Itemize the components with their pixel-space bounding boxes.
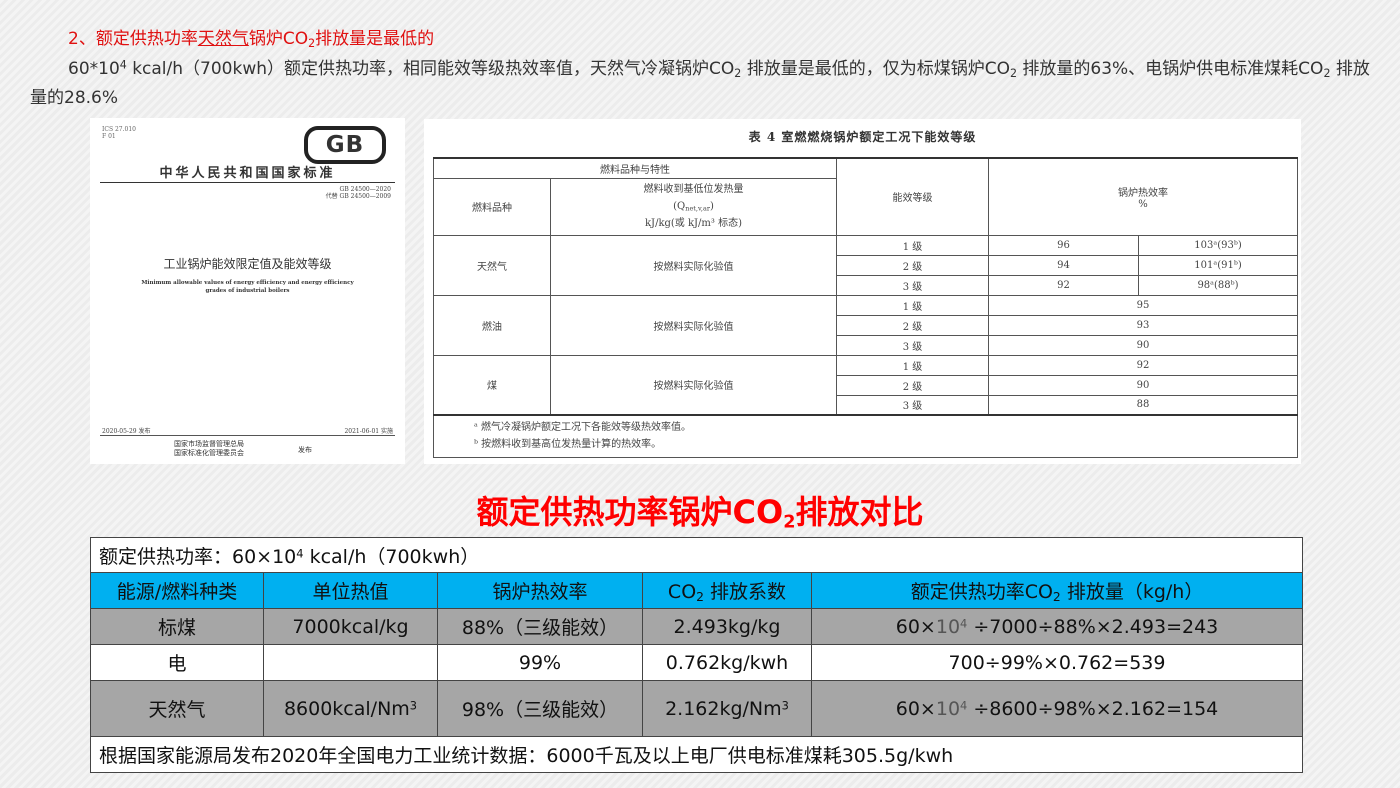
publish-word: 发布 — [298, 446, 312, 454]
unit-heat: 7000kcal/kg — [263, 608, 438, 645]
header-efficiency: 锅炉热效率 — [437, 572, 643, 609]
efficiency-cell: 96 — [988, 234, 1139, 256]
fuel-name: 电 — [90, 644, 264, 681]
grade-cell: 3 级 — [836, 394, 989, 416]
efficiency-cell: 90 — [988, 374, 1298, 396]
table-row: 电 99% 0.762kg/kwh 700÷99%×0.762=539 — [90, 644, 1304, 681]
efficiency-cell: 92 — [988, 354, 1298, 376]
unit-heat — [263, 644, 438, 681]
effective-date: 2021-06-01 实施 — [344, 428, 393, 435]
efficiency-cell: 103ᵃ(93ᵇ) — [1138, 234, 1298, 256]
rated-power-row: 额定供热功率：60×104 kcal/h（700kwh） — [89, 537, 1304, 573]
emission-calc: 700÷99%×0.762=539 — [810, 644, 1304, 681]
standard-title-en: Minimum allowable values of energy effic… — [141, 280, 354, 294]
header-grade: 能效等级 — [836, 157, 989, 236]
fuel-oil: 燃油 — [433, 294, 551, 356]
standard-title-cn: 工业锅炉能效限定值及能效等级 — [163, 257, 332, 271]
gb-logo: GB — [304, 126, 386, 164]
header-heat-value: 燃料收到基低位发热量 (Qnet,v,ar) kJ/kg(或 kJ/m³ 标态) — [550, 177, 837, 236]
efficiency-cell: 95 — [988, 294, 1298, 316]
co2-factor: 2.162kg/Nm3 — [642, 680, 812, 737]
gb-standard-cover: ICS 27.010 F 01 GB 中华人民共和国国家标准 GB 24500—2… — [90, 118, 405, 464]
standard-number: GB 24500—2020 代替 GB 24500—2009 — [325, 186, 391, 200]
co2-factor: 2.493kg/kg — [642, 608, 812, 645]
data-source-footnote: 根据国家能源局发布2020年全国电力工业统计数据：6000千瓦及以上电厂供电标准… — [89, 736, 1304, 773]
test-note: 按燃料实际化验值 — [550, 234, 837, 296]
efficiency-cell: 88 — [988, 394, 1298, 416]
header-fuel-type: 燃料品种 — [433, 177, 551, 236]
unit-heat: 8600kcal/Nm3 — [263, 680, 438, 737]
table-header-row: 能源/燃料种类 单位热值 锅炉热效率 CO2 排放系数 额定供热功率CO2 排放… — [90, 572, 1304, 609]
header-co2-factor: CO2 排放系数 — [642, 572, 812, 609]
comparison-title: 额定供热功率锅炉CO2排放对比 — [476, 493, 924, 533]
header-fuel-group: 燃料品种与特性 — [433, 157, 837, 179]
efficiency: 88%（三级能效） — [437, 608, 643, 645]
fuel-gas: 天然气 — [433, 234, 551, 296]
efficiency-cell: 94 — [988, 254, 1139, 276]
emission-calc: 60×104 ÷8600÷98%×2.162=154 — [810, 680, 1304, 737]
test-note: 按燃料实际化验值 — [550, 354, 837, 416]
efficiency-cell: 101ᵃ(91ᵇ) — [1138, 254, 1298, 276]
fuel-name: 天然气 — [90, 680, 264, 737]
publisher: 国家市场监督管理总局 国家标准化管理委员会 — [174, 440, 244, 457]
grade-cell: 2 级 — [836, 314, 989, 336]
fuel-coal: 煤 — [433, 354, 551, 416]
ics-code: ICS 27.010 F 01 — [102, 126, 136, 140]
grade-cell: 3 级 — [836, 274, 989, 296]
intro-paragraph: 60*104 kcal/h（700kwh）额定供热功率，相同能效等级热效率值，天… — [30, 58, 1370, 108]
efficiency-grade-table-image: 表 4 室燃燃烧锅炉额定工况下能效等级 燃料品种与特性 能效等级 锅炉热效率% … — [424, 119, 1301, 464]
national-standard-title: 中华人民共和国国家标准 — [159, 166, 336, 181]
table-caption: 表 4 室燃燃烧锅炉额定工况下能效等级 — [748, 130, 977, 144]
efficiency: 99% — [437, 644, 643, 681]
table-row: 天然气 8600kcal/Nm3 98%（三级能效） 2.162kg/Nm3 6… — [90, 680, 1304, 737]
test-note: 按燃料实际化验值 — [550, 294, 837, 356]
table-row: 标煤 7000kcal/kg 88%（三级能效） 2.493kg/kg 60×1… — [90, 608, 1304, 645]
grade-cell: 1 级 — [836, 294, 989, 316]
efficiency-cell: 92 — [988, 274, 1139, 296]
fuel-name: 标煤 — [90, 608, 264, 645]
grade-cell: 1 级 — [836, 234, 989, 256]
emission-calc: 60×104 ÷7000÷88%×2.493=243 — [810, 608, 1304, 645]
efficiency-grade-table: 燃料品种与特性 能效等级 锅炉热效率% 燃料品种 燃料收到基低位发热量 (Qnet… — [433, 157, 1298, 458]
grade-cell: 2 级 — [836, 254, 989, 276]
header-emission: 额定供热功率CO2 排放量（kg/h） — [810, 572, 1304, 609]
grade-cell: 1 级 — [836, 354, 989, 376]
divider — [100, 182, 395, 183]
divider — [100, 435, 395, 436]
grade-cell: 2 级 — [836, 374, 989, 396]
table-notes: ᵃ 燃气冷凝锅炉额定工况下各能效等级热效率值。 ᵇ 按燃料收到基高位发热量计算的热… — [433, 414, 1298, 458]
header-fuel: 能源/燃料种类 — [90, 572, 264, 609]
grade-cell: 3 级 — [836, 334, 989, 356]
co2-factor: 0.762kg/kwh — [642, 644, 812, 681]
section-heading: 2、额定供热功率天然气锅炉CO2排放量是最低的 — [68, 29, 435, 50]
efficiency-cell: 93 — [988, 314, 1298, 336]
efficiency-cell: 90 — [988, 334, 1298, 356]
efficiency-cell: 98ᵃ(88ᵇ) — [1138, 274, 1298, 296]
efficiency: 98%（三级能效） — [437, 680, 643, 737]
header-efficiency: 锅炉热效率% — [988, 157, 1298, 236]
issue-date: 2020-05-29 发布 — [102, 428, 151, 435]
header-unit-heat: 单位热值 — [263, 572, 438, 609]
co2-comparison-table: 额定供热功率：60×104 kcal/h（700kwh） 能源/燃料种类 单位热… — [89, 537, 1304, 773]
